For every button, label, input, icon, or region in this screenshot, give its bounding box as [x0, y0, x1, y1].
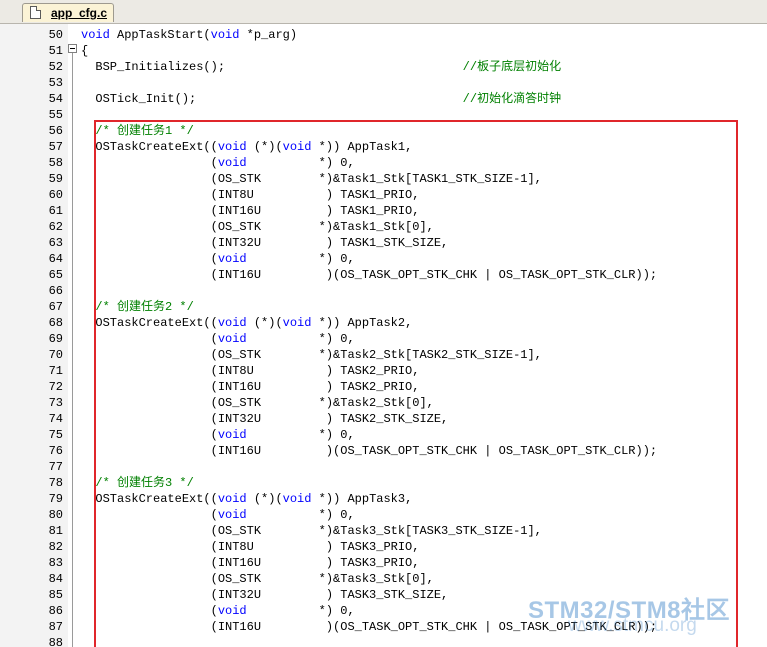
line-number: 67 — [48, 300, 63, 314]
line-number: 72 — [48, 380, 63, 394]
code-token: *p_arg) — [239, 28, 298, 42]
code-line[interactable]: 50 void AppTaskStart(void *p_arg) — [0, 27, 767, 43]
line-number: 75 — [48, 428, 63, 442]
line-number: 68 — [48, 316, 63, 330]
code-editor[interactable]: 50 void AppTaskStart(void *p_arg) 51 {52 BS… — [0, 24, 767, 647]
line-number: 82 — [48, 540, 63, 554]
code-line[interactable]: 52 BSP_Initializes(); //板子底层初始化 — [0, 59, 767, 75]
code-token: OSTick_Init(); — [81, 92, 463, 106]
keyword-token: void — [81, 28, 110, 42]
line-number: 53 — [48, 76, 63, 90]
watermark-url: www.stmcu.org — [568, 615, 697, 636]
code-line[interactable]: 51 { — [0, 43, 767, 59]
highlight-box — [94, 120, 738, 647]
line-number: 54 — [48, 92, 63, 106]
line-number: 59 — [48, 172, 63, 186]
line-number: 73 — [48, 396, 63, 410]
line-number: 58 — [48, 156, 63, 170]
code-line[interactable]: 53 — [0, 75, 767, 91]
line-number: 70 — [48, 348, 63, 362]
tab-label: app_cfg.c — [51, 6, 108, 20]
c-file-icon — [30, 6, 41, 19]
line-number: 62 — [48, 220, 63, 234]
line-number: 63 — [48, 236, 63, 250]
code-token: AppTaskStart( — [109, 28, 211, 42]
comment-token: //板子底层初始化 — [462, 60, 562, 74]
line-number: 50 — [48, 28, 63, 42]
line-number: 52 — [48, 60, 63, 74]
line-number: 85 — [48, 588, 63, 602]
line-number: 65 — [48, 268, 63, 282]
line-number: 66 — [48, 284, 63, 298]
code-text: { — [81, 43, 88, 59]
line-number: 76 — [48, 444, 63, 458]
code-token: BSP_Initializes(); — [81, 60, 463, 74]
keyword-token: void — [210, 28, 240, 42]
line-number: 77 — [48, 460, 63, 474]
line-number: 86 — [48, 604, 63, 618]
line-number: 60 — [48, 188, 63, 202]
line-number: 61 — [48, 204, 63, 218]
code-token: { — [81, 44, 89, 58]
line-number: 55 — [48, 108, 63, 122]
line-number: 83 — [48, 556, 63, 570]
comment-token: //初始化滴答时钟 — [462, 92, 562, 106]
line-number: 84 — [48, 572, 63, 586]
line-number: 51 — [48, 44, 63, 58]
line-number: 88 — [48, 636, 63, 647]
editor-tab-bar: app_cfg.c — [0, 0, 767, 24]
line-number: 69 — [48, 332, 63, 346]
line-number: 80 — [48, 508, 63, 522]
line-number: 56 — [48, 124, 63, 138]
line-number: 79 — [48, 492, 63, 506]
line-number: 78 — [48, 476, 63, 490]
line-number: 71 — [48, 364, 63, 378]
code-line[interactable]: 54 OSTick_Init(); //初始化滴答时钟 — [0, 91, 767, 107]
code-text: BSP_Initializes(); //板子底层初始化 — [81, 59, 561, 75]
code-text: OSTick_Init(); //初始化滴答时钟 — [81, 91, 561, 107]
line-number: 64 — [48, 252, 63, 266]
line-number: 81 — [48, 524, 63, 538]
line-number: 87 — [48, 620, 63, 634]
code-text: void AppTaskStart(void *p_arg) — [81, 27, 297, 43]
line-number: 57 — [48, 140, 63, 154]
tab-app-cfg[interactable]: app_cfg.c — [22, 3, 115, 22]
line-number: 74 — [48, 412, 63, 426]
